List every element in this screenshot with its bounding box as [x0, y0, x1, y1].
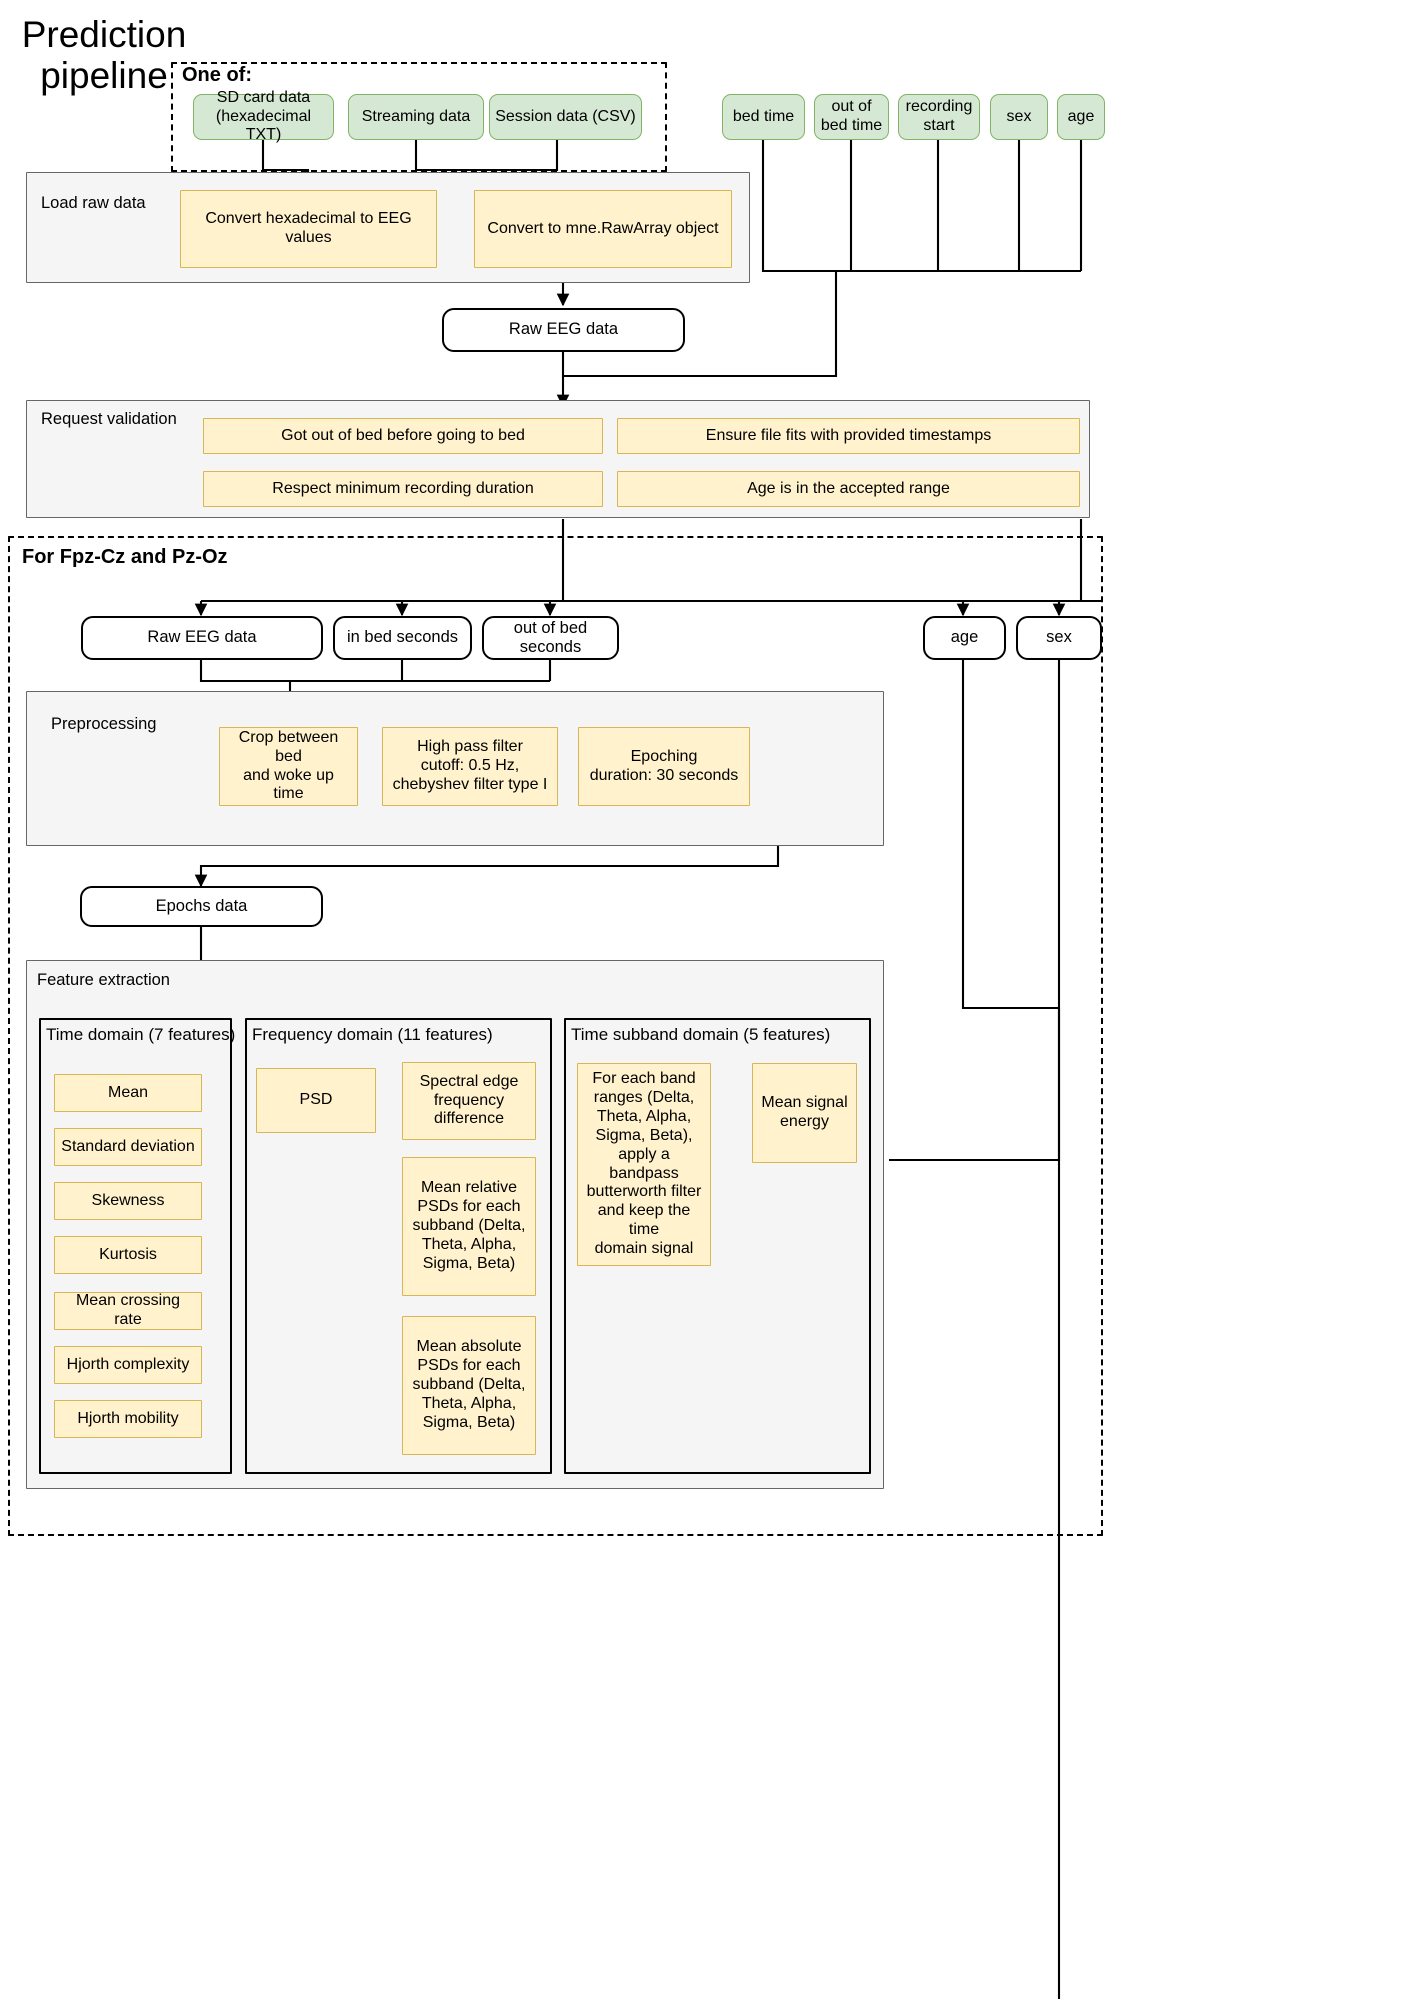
load-raw-data-label: Load raw data [41, 194, 146, 212]
input-out-of-bed-time[interactable]: out of bed time [814, 94, 889, 140]
diagram-canvas: Prediction pipeline One of: SD card data… [0, 0, 1416, 1999]
page-title: Prediction pipeline [21, 14, 187, 97]
node-channel-sex[interactable]: sex [1016, 616, 1102, 660]
step-convert-rawarray[interactable]: Convert to mne.RawArray object [474, 190, 732, 268]
feature-skewness[interactable]: Skewness [54, 1182, 202, 1220]
feature-kurtosis[interactable]: Kurtosis [54, 1236, 202, 1274]
validation-respect-minimum-duration[interactable]: Respect minimum recording duration [203, 471, 603, 507]
feature-mean[interactable]: Mean [54, 1074, 202, 1112]
node-channel-age[interactable]: age [923, 616, 1006, 660]
for-channels-label: For Fpz-Cz and Pz-Oz [22, 546, 228, 568]
feature-hjorth-complexity[interactable]: Hjorth complexity [54, 1346, 202, 1384]
feature-extraction-label: Feature extraction [37, 971, 170, 989]
feature-mean-signal-energy[interactable]: Mean signal energy [752, 1063, 857, 1163]
feature-standard-deviation[interactable]: Standard deviation [54, 1128, 202, 1166]
feature-hjorth-mobility[interactable]: Hjorth mobility [54, 1400, 202, 1438]
node-epochs-data[interactable]: Epochs data [80, 886, 323, 927]
input-session-data[interactable]: Session data (CSV) [489, 94, 642, 140]
input-recording-start[interactable]: recording start [898, 94, 980, 140]
step-crop-bed-time[interactable]: Crop between bed and woke up time [219, 727, 358, 806]
feature-bandpass-butterworth[interactable]: For each band ranges (Delta, Theta, Alph… [577, 1063, 711, 1266]
feature-psd[interactable]: PSD [256, 1068, 376, 1133]
feature-mean-absolute-psds[interactable]: Mean absolute PSDs for each subband (Del… [402, 1316, 536, 1455]
input-sd-card-data[interactable]: SD card data (hexadecimal TXT) [193, 89, 334, 143]
frequency-domain-title: Frequency domain (11 features) [252, 1025, 493, 1044]
input-sex[interactable]: sex [990, 94, 1048, 140]
preprocessing-label: Preprocessing [51, 715, 157, 733]
node-channel-raw-eeg-data[interactable]: Raw EEG data [81, 616, 323, 660]
time-domain-title: Time domain (7 features) [46, 1025, 236, 1044]
step-epoching[interactable]: Epoching duration: 30 seconds [578, 727, 750, 806]
validation-age-range[interactable]: Age is in the accepted range [617, 471, 1080, 507]
feature-mean-crossing-rate[interactable]: Mean crossing rate [54, 1292, 202, 1330]
step-highpass-filter[interactable]: High pass filter cutoff: 0.5 Hz, chebysh… [382, 727, 558, 806]
input-streaming-data[interactable]: Streaming data [348, 94, 484, 140]
one-of-label: One of: [182, 64, 252, 86]
feature-spectral-edge-frequency-difference[interactable]: Spectral edge frequency difference [402, 1062, 536, 1140]
input-age[interactable]: age [1057, 94, 1105, 140]
time-subband-domain-title: Time subband domain (5 features) [571, 1025, 831, 1044]
feature-mean-relative-psds[interactable]: Mean relative PSDs for each subband (Del… [402, 1157, 536, 1296]
node-raw-eeg-data[interactable]: Raw EEG data [442, 308, 685, 352]
validation-ensure-file-fits[interactable]: Ensure file fits with provided timestamp… [617, 418, 1080, 454]
validation-got-out-of-bed[interactable]: Got out of bed before going to bed [203, 418, 603, 454]
step-convert-hexadecimal[interactable]: Convert hexadecimal to EEG values [180, 190, 437, 268]
node-out-of-bed-seconds[interactable]: out of bed seconds [482, 616, 619, 660]
node-in-bed-seconds[interactable]: in bed seconds [333, 616, 472, 660]
request-validation-label: Request validation [41, 410, 177, 428]
input-bed-time[interactable]: bed time [722, 94, 805, 140]
